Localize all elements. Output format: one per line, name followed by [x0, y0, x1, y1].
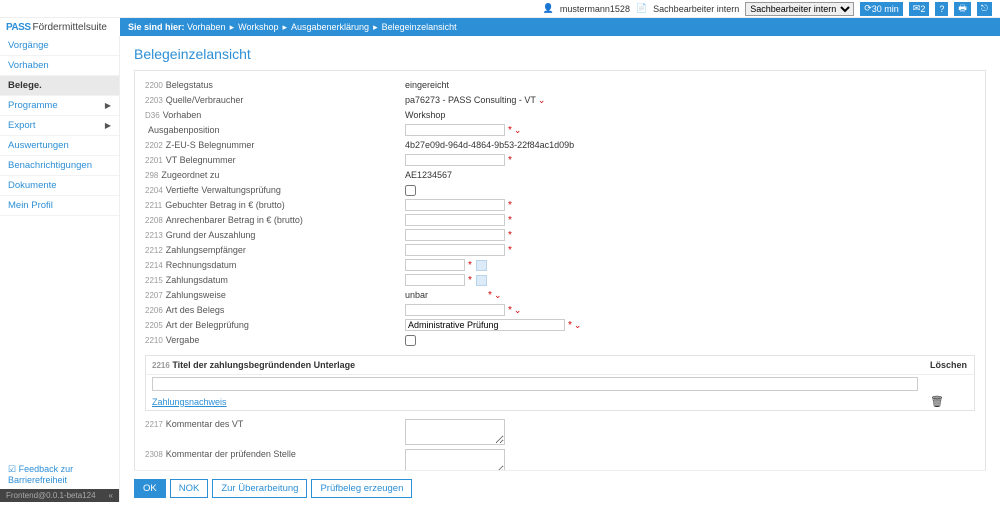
- footer-button-nok[interactable]: NOK: [170, 479, 209, 498]
- attachment-title-input[interactable]: [152, 377, 918, 391]
- brand-name: Fördermittelsuite: [33, 22, 107, 33]
- dropdown-input[interactable]: [405, 304, 505, 316]
- form-panel: 2200Belegstatuseingereicht2203Quelle/Ver…: [134, 70, 986, 502]
- form-row: 2204Vertiefte Verwaltungsprüfung: [145, 183, 975, 197]
- text-input[interactable]: [405, 214, 505, 226]
- value: Workshop: [405, 110, 975, 120]
- form-row: 2206Art des Belegs*⌄: [145, 303, 975, 317]
- brand: PASS Fördermittelsuite: [0, 18, 120, 36]
- content: Belegeinzelansicht 2200Belegstatuseinger…: [120, 36, 1000, 502]
- calendar-icon[interactable]: [476, 260, 487, 271]
- brand-logo: PASS: [6, 22, 31, 33]
- attachments-delete-header: Löschen: [924, 356, 974, 375]
- form-row: D36VorhabenWorkshop: [145, 108, 975, 122]
- form-row: 2200Belegstatuseingereicht: [145, 78, 975, 92]
- role-label: Sachbearbeiter intern: [653, 4, 739, 14]
- value: AE1234567: [405, 170, 975, 180]
- textarea[interactable]: [405, 419, 505, 445]
- sidebar-item[interactable]: Programme▶: [0, 96, 119, 116]
- sidebar-item[interactable]: Benachrichtigungen: [0, 156, 119, 176]
- breadcrumb-item[interactable]: Ausgabenerklärung: [291, 22, 369, 32]
- page-title: Belegeinzelansicht: [134, 46, 986, 62]
- date-input[interactable]: [405, 274, 465, 286]
- collapse-sidebar[interactable]: «: [109, 491, 113, 500]
- form-row: Ausgabenposition*⌄: [145, 123, 975, 137]
- timer-button[interactable]: ⟳ 30 min: [860, 2, 903, 16]
- user-name: mustermann1528: [560, 4, 630, 14]
- sidebar-item[interactable]: Vorhaben: [0, 56, 119, 76]
- form-row: 2201VT Belegnummer*: [145, 153, 975, 167]
- form-row: 2210Vergabe: [145, 333, 975, 347]
- calendar-icon[interactable]: [476, 275, 487, 286]
- sidebar-item[interactable]: Export▶: [0, 116, 119, 136]
- sidebar-item[interactable]: Auswertungen: [0, 136, 119, 156]
- sidebar-item[interactable]: Vorgänge: [0, 36, 119, 56]
- dropdown-value[interactable]: unbar: [405, 290, 428, 300]
- form-row: 298Zugeordnet zuAE1234567: [145, 168, 975, 182]
- user-icon: 👤: [543, 3, 554, 14]
- attachments-table: 2216 Titel der zahlungsbegründenden Unte…: [145, 355, 975, 411]
- header: PASS Fördermittelsuite Sie sind hier: Vo…: [0, 18, 1000, 36]
- form-row: 2217Kommentar des VT: [145, 419, 975, 445]
- breadcrumb: Sie sind hier: Vorhaben▸ Workshop▸ Ausga…: [120, 18, 1000, 36]
- breadcrumb-item[interactable]: Belegeinzelansicht: [382, 22, 457, 32]
- breadcrumb-item[interactable]: Workshop: [238, 22, 278, 32]
- form-row: 2207Zahlungsweiseunbar*⌄: [145, 288, 975, 302]
- sidebar-item[interactable]: Belege.: [0, 76, 119, 96]
- footer-actions: OKNOKZur ÜberarbeitungPrüfbeleg erzeugen: [134, 470, 986, 502]
- attachments-title-header: 2216 Titel der zahlungsbegründenden Unte…: [146, 356, 924, 375]
- version-bar: Frontend@0.0.1-beta124 «: [0, 489, 119, 502]
- form-row: 2202Z-EU-S Belegnummer4b27e09d-964d-4864…: [145, 138, 975, 152]
- value-dropdown[interactable]: pa76273 - PASS Consulting - VT ⌄: [405, 95, 975, 106]
- date-input[interactable]: [405, 259, 465, 271]
- role-select[interactable]: Sachbearbeiter intern: [745, 2, 854, 16]
- checkbox[interactable]: [405, 185, 416, 196]
- text-input[interactable]: [405, 244, 505, 256]
- breadcrumb-prefix: Sie sind hier:: [128, 22, 185, 32]
- form-row: 2215Zahlungsdatum*: [145, 273, 975, 287]
- messages-button[interactable]: ✉ 2: [909, 2, 930, 16]
- text-input[interactable]: [405, 199, 505, 211]
- form-row: 2211Gebuchter Betrag in € (brutto)*: [145, 198, 975, 212]
- print-button[interactable]: 🖶: [954, 2, 971, 16]
- dropdown-input[interactable]: [405, 319, 565, 331]
- user-bar: 👤 mustermann1528 📄 Sachbearbeiter intern…: [0, 0, 1000, 18]
- breadcrumb-item[interactable]: Vorhaben: [187, 22, 226, 32]
- sidebar: VorgängeVorhabenBelege.Programme▶Export▶…: [0, 36, 120, 502]
- help-button[interactable]: ?: [935, 2, 948, 16]
- form-row: 2212Zahlungsempfänger*: [145, 243, 975, 257]
- text-input[interactable]: [405, 229, 505, 241]
- form-row: 2214Rechnungsdatum*: [145, 258, 975, 272]
- form-row: 2208Anrechenbarer Betrag in € (brutto)*: [145, 213, 975, 227]
- logout-button[interactable]: ⎋: [977, 2, 992, 16]
- sidebar-item[interactable]: Dokumente: [0, 176, 119, 196]
- delete-attachment-icon[interactable]: 🗑: [924, 393, 974, 410]
- footer-button-ok[interactable]: OK: [134, 479, 166, 498]
- form-row: 2205Art der Belegprüfung*⌄: [145, 318, 975, 332]
- form-row: 2203Quelle/Verbraucher pa76273 - PASS Co…: [145, 93, 975, 107]
- footer-button-zur-überarbeitung[interactable]: Zur Überarbeitung: [212, 479, 307, 498]
- dropdown-input[interactable]: [405, 124, 505, 136]
- text-input[interactable]: [405, 154, 505, 166]
- value: 4b27e09d-964d-4864-9b53-22f84ac1d09b: [405, 140, 975, 150]
- value: eingereicht: [405, 80, 975, 90]
- checkbox[interactable]: [405, 335, 416, 346]
- sidebar-item[interactable]: Mein Profil: [0, 196, 119, 216]
- attachment-link[interactable]: Zahlungsnachweis: [152, 397, 227, 407]
- form-row: 2213Grund der Auszahlung*: [145, 228, 975, 242]
- footer-button-prüfbeleg-erzeugen[interactable]: Prüfbeleg erzeugen: [311, 479, 412, 498]
- feedback-link[interactable]: ☑ Feedback zur Barrierefreiheit: [0, 460, 119, 489]
- role-icon: 📄: [636, 3, 647, 14]
